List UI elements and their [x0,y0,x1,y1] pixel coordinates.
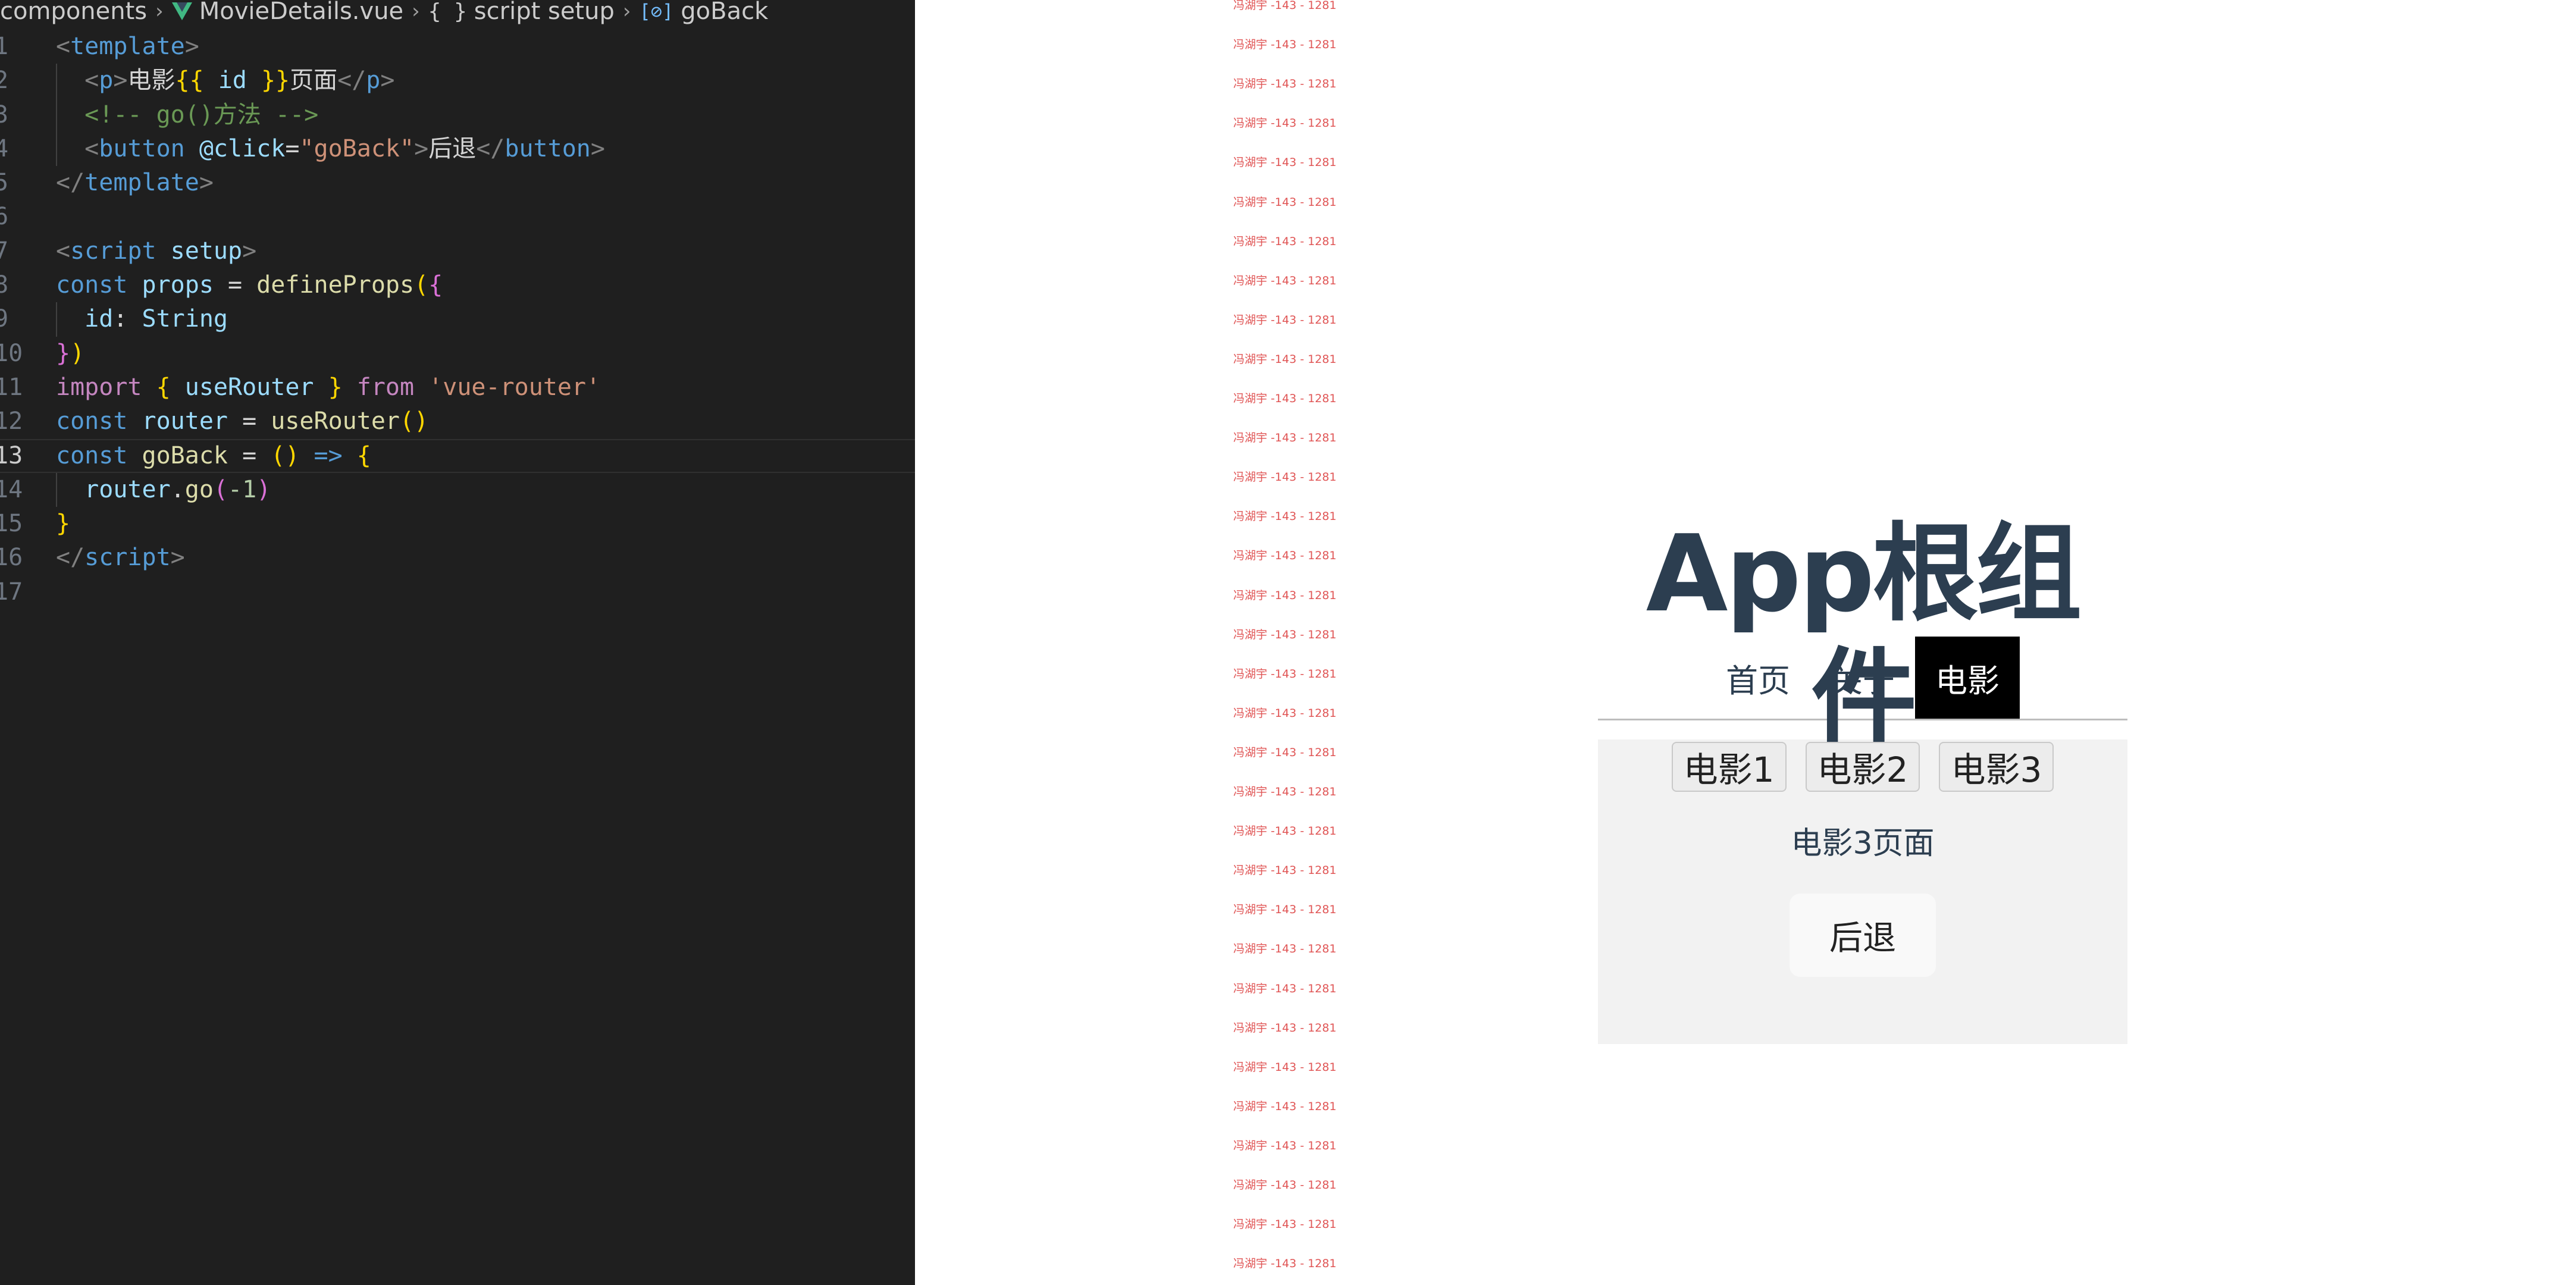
watermark-text: 冯湖宇 -143 - 1281 [1233,588,1337,602]
code-line: 17 [0,578,23,606]
watermark-text: 冯湖宇 -143 - 1281 [1233,1021,1337,1035]
watermark-text: 冯湖宇 -143 - 1281 [1233,1179,1337,1192]
watermark-text: 冯湖宇 -143 - 1281 [1233,471,1337,484]
app-root: App根组件 首页 关于 电影 电影1 电影2 电影3 电影3页面 后退 [1598,512,2127,1044]
watermark-text: 冯湖宇 -143 - 1281 [1233,942,1337,956]
vue-icon [171,2,192,20]
code-line: 14 router.go(-1) [0,472,915,507]
code-line-current: 13 const goBack = () => { [0,438,915,473]
watermark-text: 冯湖宇 -143 - 1281 [1233,117,1337,130]
code-line: 2 <p>电影{{ id }}页面</p> [0,64,915,98]
code-line: 11 import { useRouter } from 'vue-router' [0,373,601,401]
watermark-text: 冯湖宇 -143 - 1281 [1233,156,1337,170]
breadcrumb-folder[interactable]: components [0,0,147,25]
breadcrumb-symbol[interactable]: [⊘] goBack [639,0,768,25]
chevron-right-icon: › [155,0,164,23]
movie-3-button[interactable]: 电影3 [1939,742,2054,792]
back-button[interactable]: 后退 [1790,894,1936,977]
watermark-text: 冯湖宇 -143 - 1281 [1233,392,1337,405]
code-line: 16 </script> [0,544,185,572]
code-editor[interactable]: components › MovieDetails.vue › { } scri… [0,0,915,1285]
watermark-column: 冯湖宇 -143 - 1281 冯湖宇 -143 - 1281 冯湖宇 -143 -… [1233,0,1346,1285]
watermark-text: 冯湖宇 -143 - 1281 [1233,234,1337,248]
breadcrumb-file[interactable]: MovieDetails.vue [171,0,403,25]
watermark-text: 冯湖宇 -143 - 1281 [1233,628,1337,641]
braces-icon: { } [428,0,467,24]
browser-viewport[interactable]: 冯湖宇 -143 - 1281 冯湖宇 -143 - 1281 冯湖宇 -143 -… [915,0,2576,1285]
watermark-text: 冯湖宇 -143 - 1281 [1233,825,1337,838]
code-line: 8 const props = defineProps({ [0,271,443,299]
variable-icon: [⊘] [639,0,674,23]
movie-1-button[interactable]: 电影1 [1671,742,1787,792]
movie-2-button[interactable]: 电影2 [1805,742,1920,792]
watermark-text: 冯湖宇 -143 - 1281 [1233,0,1337,12]
code-line: 15} [0,510,71,538]
watermark-text: 冯湖宇 -143 - 1281 [1233,38,1337,52]
watermark-text: 冯湖宇 -143 - 1281 [1233,667,1337,681]
code-line: 5 </template> [0,169,214,197]
watermark-text: 冯湖宇 -143 - 1281 [1233,352,1337,366]
chevron-right-icon: › [412,0,420,23]
breadcrumb: components › MovieDetails.vue › { } scri… [0,0,915,25]
code-line: 9 id: String [0,302,915,337]
watermark-text: 冯湖宇 -143 - 1281 [1233,274,1337,287]
main-nav: 首页 关于 电影 [1598,637,2127,720]
movie-detail-text: 电影3页面 [1791,826,1935,861]
breadcrumb-script-setup[interactable]: { } script setup [428,0,615,25]
watermark-text: 冯湖宇 -143 - 1281 [1233,1139,1337,1152]
watermark-text: 冯湖宇 -143 - 1281 [1233,195,1337,209]
code-line: 4 <button @click="goBack">后退</button> [0,131,915,167]
watermark-text: 冯湖宇 -143 - 1281 [1233,1257,1337,1271]
code-line: 1 <template> [0,33,199,60]
code-line: 6 [0,203,9,231]
watermark-text: 冯湖宇 -143 - 1281 [1233,431,1337,445]
watermark-text: 冯湖宇 -143 - 1281 [1233,1218,1337,1231]
code-line: 12 const router = useRouter() [0,408,429,435]
code-line: 7 <script setup> [0,237,257,265]
movie-sub-nav: 电影1 电影2 电影3 [1598,739,2127,792]
watermark-text: 冯湖宇 -143 - 1281 [1233,745,1337,759]
watermark-text: 冯湖宇 -143 - 1281 [1233,982,1337,995]
watermark-text: 冯湖宇 -143 - 1281 [1233,549,1337,563]
code-line: 10}) [0,339,85,367]
watermark-text: 冯湖宇 -143 - 1281 [1233,864,1337,877]
nav-link-about[interactable]: 关于 [1810,637,1915,719]
watermark-text: 冯湖宇 -143 - 1281 [1233,706,1337,720]
watermark-text: 冯湖宇 -143 - 1281 [1233,903,1337,917]
code-line: 3 <!-- go()方法 --> [0,98,915,132]
watermark-text: 冯湖宇 -143 - 1281 [1233,313,1337,327]
app-title: App根组件 [1646,512,2082,760]
nav-link-home[interactable]: 首页 [1706,637,1810,719]
nav-link-movie[interactable]: 电影 [1915,637,2020,719]
code-area[interactable]: 1 <template> 2 <p>电影{{ id }}页面</p> 3 <!--… [0,30,915,609]
watermark-text: 冯湖宇 -143 - 1281 [1233,785,1337,798]
watermark-text: 冯湖宇 -143 - 1281 [1233,510,1337,524]
watermark-text: 冯湖宇 -143 - 1281 [1233,1060,1337,1074]
movie-panel: 电影1 电影2 电影3 电影3页面 后退 [1598,739,2127,1044]
chevron-right-icon: › [622,0,631,23]
watermark-text: 冯湖宇 -143 - 1281 [1233,77,1337,91]
watermark-text: 冯湖宇 -143 - 1281 [1233,1099,1337,1113]
